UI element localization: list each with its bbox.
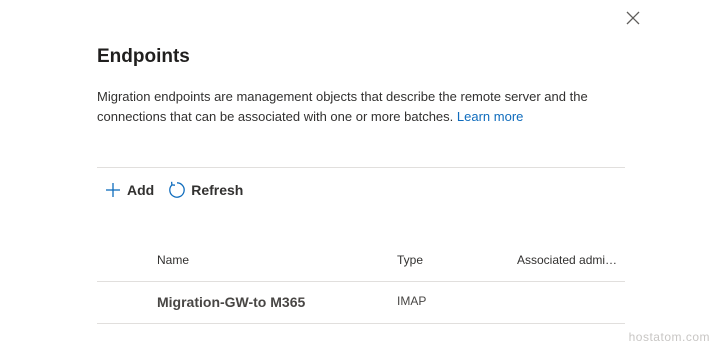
plus-icon <box>104 181 122 199</box>
column-header-type[interactable]: Type <box>397 253 423 267</box>
endpoint-name[interactable]: Migration-GW-to M365 <box>157 294 305 310</box>
table-row-divider <box>97 323 625 324</box>
watermark: hostatom.com <box>628 330 710 344</box>
column-header-name[interactable]: Name <box>157 253 189 267</box>
panel-title: Endpoints <box>97 46 190 67</box>
refresh-button-label: Refresh <box>191 182 244 198</box>
header-divider <box>97 167 625 168</box>
close-icon <box>626 11 640 25</box>
refresh-icon <box>168 181 186 199</box>
endpoints-panel: Endpoints Migration endpoints are manage… <box>0 0 720 350</box>
panel-description: Migration endpoints are management objec… <box>97 87 622 126</box>
toolbar: Add Refresh <box>100 178 247 202</box>
column-header-associated-admin[interactable]: Associated admi… <box>517 253 617 267</box>
close-button[interactable] <box>623 8 643 28</box>
add-button[interactable]: Add <box>100 178 158 202</box>
table-header-divider <box>97 281 625 282</box>
learn-more-link[interactable]: Learn more <box>457 109 523 124</box>
refresh-button[interactable]: Refresh <box>164 178 247 202</box>
endpoint-type: IMAP <box>397 294 427 308</box>
add-button-label: Add <box>127 182 155 198</box>
